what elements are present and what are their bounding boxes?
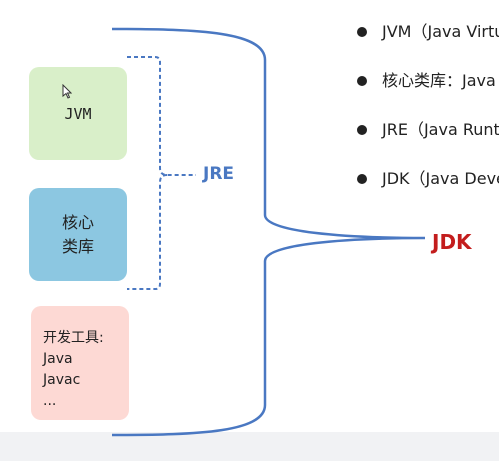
bullet-dot-icon: [357, 27, 367, 37]
jdk-label: JDK: [432, 230, 472, 254]
jvm-box-label: JVM: [64, 104, 92, 123]
definition-item: JRE（Java Runtime Environment）: [355, 117, 499, 166]
dev-tools-item-more: ...: [43, 393, 57, 409]
dev-tools-box: 开发工具: Java Javac ...: [31, 306, 129, 420]
definition-text: JVM（Java Virtual Machine）: [382, 22, 499, 41]
bullet-dot-icon: [357, 125, 367, 135]
definition-list: JVM（Java Virtual Machine） 核心类库：Java Runt…: [355, 19, 499, 215]
bullet-dot-icon: [357, 174, 367, 184]
dev-tools-item-java: Java: [43, 351, 73, 367]
jre-label: JRE: [203, 164, 235, 184]
core-library-line-1: 核心: [61, 212, 94, 232]
definition-item: 核心类库：Java Runtime Library: [355, 68, 499, 117]
dev-tools-item-javac: Javac: [43, 372, 81, 388]
jvm-box: JVM: [29, 67, 127, 160]
jre-dashed-bracket: [127, 56, 196, 290]
bullet-dot-icon: [357, 76, 367, 86]
definition-item: JDK（Java Development Kit）: [355, 166, 499, 215]
mouse-pointer-icon: [62, 84, 72, 99]
definition-text: JRE（Java Runtime Environment）: [382, 120, 499, 139]
definition-text: 核心类库：Java Runtime Library: [382, 71, 499, 90]
dev-tools-title: 开发工具:: [43, 330, 104, 346]
definition-text: JDK（Java Development Kit）: [382, 169, 499, 188]
definition-item: JVM（Java Virtual Machine）: [355, 19, 499, 68]
core-library-box: 核心 类库: [29, 188, 127, 281]
core-library-line-2: 类库: [61, 236, 94, 256]
